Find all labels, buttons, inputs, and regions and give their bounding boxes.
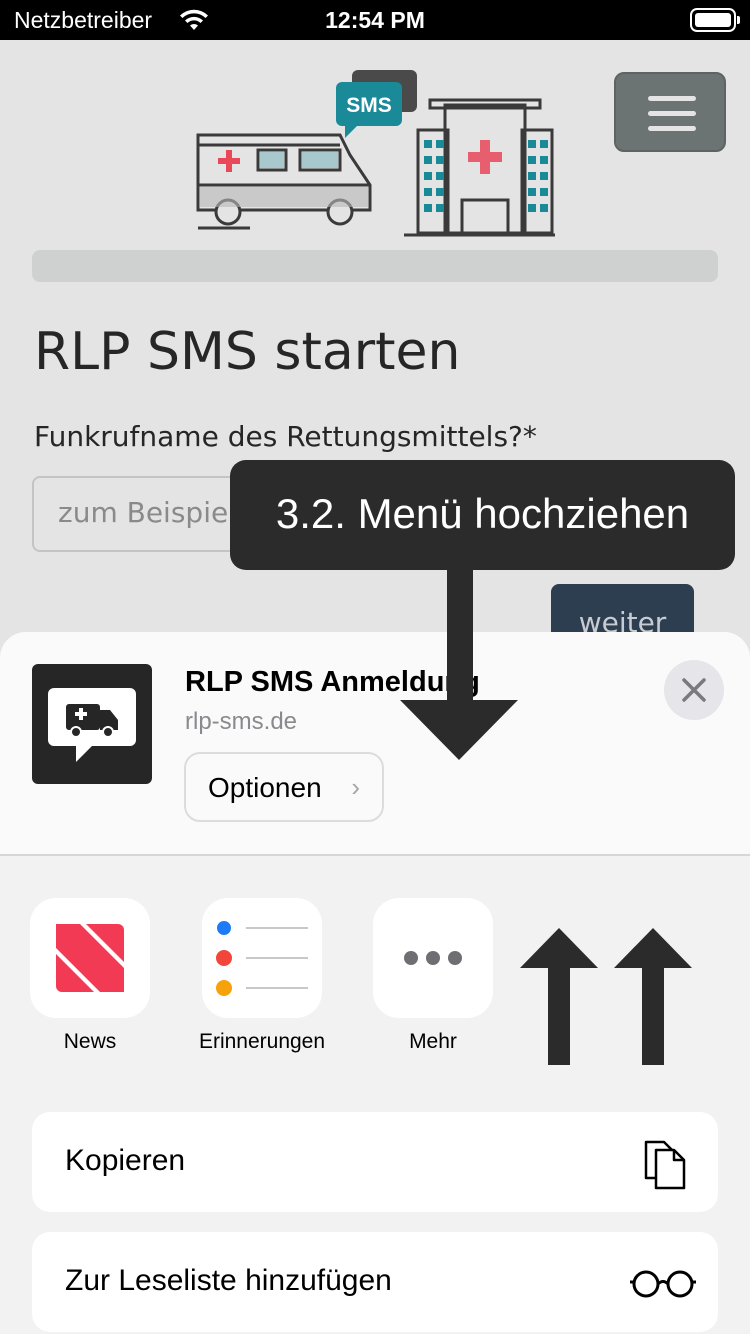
reminders-icon [202,898,322,1018]
news-icon [30,898,150,1018]
sms-badge: SMS [346,94,392,117]
chevron-right-icon: › [351,772,360,802]
hamburger-icon-line [648,126,696,131]
action-label: Kopieren [65,1144,186,1177]
copy-icon [644,1140,686,1190]
share-app-reminders[interactable]: Erinnerungen [199,898,325,1053]
callsign-label: Funkrufname des Rettungsmittels?* [34,420,537,453]
tutorial-callout: 3.2. Menü hochziehen [230,460,735,570]
more-icon [373,898,493,1018]
page-title: RLP SMS starten [34,322,461,382]
hamburger-icon-line [648,96,696,101]
close-button[interactable] [664,660,724,720]
ambulance-chat-icon [48,688,136,762]
progress-bar [32,250,718,282]
app-name: Mehr [409,1030,457,1053]
hamburger-icon-line [648,111,696,116]
close-icon [682,678,706,702]
status-bar: Netzbetreiber 12:54 PM [0,0,750,40]
share-sheet: RLP SMS Anmeldung rlp-sms.de Optionen › … [0,632,750,1334]
share-app-more[interactable]: Mehr [373,898,493,1053]
site-icon [32,664,152,784]
menu-button[interactable] [614,72,726,152]
action-copy[interactable]: Kopieren [32,1112,718,1212]
battery-icon [690,8,740,32]
ambulance-hospital-illustration: SMS [196,70,555,237]
action-reading-list[interactable]: Zur Leseliste hinzufügen [32,1232,718,1332]
share-sheet-header: RLP SMS Anmeldung rlp-sms.de Optionen › [0,632,750,856]
share-app-news[interactable]: News [30,898,150,1053]
action-label: Zur Leseliste hinzufügen [65,1264,392,1297]
glasses-icon [630,1270,696,1298]
share-apps-row: News Erinnerungen Mehr [0,898,750,1068]
site-url: rlp-sms.de [185,708,298,735]
options-label: Optionen [208,772,322,803]
clock: 12:54 PM [325,7,425,33]
site-title: RLP SMS Anmeldung [185,666,480,698]
options-button[interactable]: Optionen › [184,752,384,822]
